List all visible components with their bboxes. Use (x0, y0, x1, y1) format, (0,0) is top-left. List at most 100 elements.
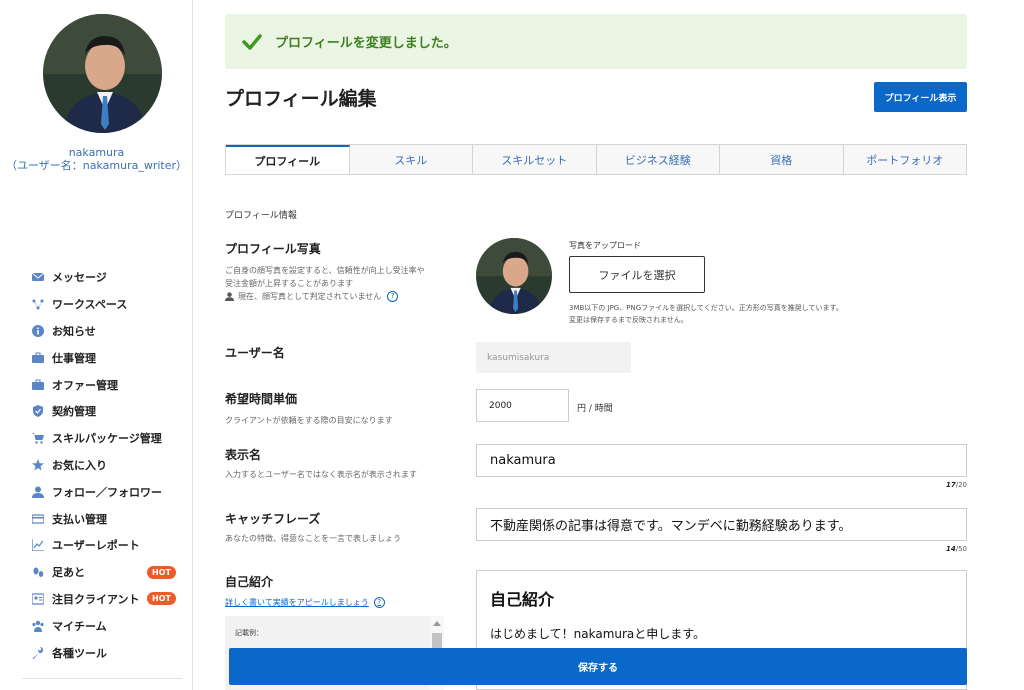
intro-body: はじめまして！nakamuraと申します。 (490, 627, 706, 641)
shield-icon (32, 405, 44, 418)
tab-portfolio[interactable]: ポートフォリオ (843, 145, 966, 174)
char-count: 17 (945, 481, 956, 489)
save-button[interactable]: 保存する (229, 648, 967, 685)
catchphrase-counter: 14/50 (946, 545, 967, 553)
upload-note-line: 変更は保存するまで反映されません。 (569, 316, 688, 324)
photo-desc-line: ご自身の顔写真を設定すると、信頼性が向上し受注率や (225, 266, 425, 275)
sidebar-item-label: 契約管理 (52, 405, 96, 419)
user-username: （ユーザー名：nakamura_writer） (5, 159, 188, 172)
sidebar-item-featured-clients[interactable]: 注目クライアント HOT (32, 586, 182, 613)
photo-label: プロフィール写真 (225, 242, 321, 256)
user-display-name[interactable]: nakamura (0, 146, 193, 159)
sidebar-item-label: お気に入り (52, 458, 107, 472)
username-label: ユーザー名 (225, 346, 285, 360)
photo-description: ご自身の顔写真を設定すると、信頼性が向上し受注率や 受注金額が上昇することがあり… (225, 264, 455, 303)
flash-message: プロフィールを変更しました。 (275, 36, 457, 51)
choose-file-button[interactable]: ファイルを選択 (569, 256, 705, 293)
sidebar-item-tools[interactable]: 各種ツール (32, 639, 182, 666)
sidebar-item-label: お知らせ (52, 324, 96, 338)
sidebar-item-label: 足あと (52, 566, 85, 580)
sidebar-item-user-report[interactable]: ユーザーレポート (32, 532, 182, 559)
envelope-icon (32, 271, 44, 283)
sidebar-item-favorites[interactable]: お気に入り (32, 452, 182, 479)
footprint-icon (32, 566, 44, 578)
sidebar-item-label: スキルパッケージ管理 (52, 432, 162, 446)
display-name-counter: 17/20 (946, 481, 967, 489)
help-icon[interactable]: ? (387, 291, 399, 302)
catchphrase-label: キャッチフレーズ (225, 512, 321, 526)
user-icon (32, 486, 44, 498)
hourly-rate-input[interactable]: 2000 (476, 389, 569, 422)
intro-guide-text[interactable]: 詳しく書いて実績をアピールしましょう (225, 597, 369, 608)
sidebar-item-label: マイチーム (52, 619, 107, 633)
catchphrase-description: あなたの特徴、得意なことを一言で表しましょう (225, 534, 401, 543)
scroll-up-arrow-icon[interactable] (433, 621, 441, 626)
intro-guide-link[interactable]: 詳しく書いて実績をアピールしましょう ? (225, 597, 385, 608)
view-profile-button[interactable]: プロフィール表示 (874, 82, 967, 112)
page-title: プロフィール編集 (225, 88, 377, 110)
tab-profile[interactable]: プロフィール (226, 145, 350, 174)
sidebar-item-my-team[interactable]: マイチーム (32, 612, 182, 639)
tab-skills[interactable]: スキル (349, 145, 473, 174)
profile-avatar-large[interactable] (43, 14, 162, 133)
sidebar-nav: メッセージ ワークスペース お知らせ 仕事管理 オファー管理 契約管理 スキルパ… (32, 264, 182, 666)
wrench-icon (32, 646, 44, 659)
catchphrase-input[interactable]: 不動産関係の記事は得意です。マンデベに勤務経験あります。 (476, 508, 967, 541)
network-icon (32, 298, 44, 310)
sidebar-item-skill-packages[interactable]: スキルパッケージ管理 (32, 425, 182, 452)
briefcase-icon (32, 379, 44, 391)
team-icon (32, 620, 44, 632)
display-name-description: 入力するとユーザー名ではなく表示名が表示されます (225, 470, 417, 479)
cart-icon (32, 432, 44, 444)
sidebar-item-follow[interactable]: フォロー／フォロワー (32, 478, 182, 505)
divider (22, 678, 182, 679)
sidebar-item-messages[interactable]: メッセージ (32, 264, 182, 291)
sidebar-item-label: ワークスペース (52, 298, 128, 312)
char-count: 14 (945, 545, 956, 553)
intro-label: 自己紹介 (225, 575, 274, 589)
sidebar-item-offers[interactable]: オファー管理 (32, 371, 182, 398)
sidebar-item-label: フォロー／フォロワー (52, 485, 162, 499)
rate-label: 希望時間単価 (225, 392, 298, 406)
hot-badge: HOT (147, 592, 176, 606)
sidebar-item-jobs[interactable]: 仕事管理 (32, 344, 182, 371)
upload-note-line: 3MB以下の JPG、PNGファイルを選択してください。正方形の写真を推奨してい… (569, 304, 843, 312)
upload-label: 写真をアップロード (569, 241, 641, 250)
client-icon (32, 593, 44, 605)
help-icon[interactable]: ? (373, 597, 385, 608)
intro-heading: 自己紹介 (490, 590, 555, 609)
sidebar-item-label: 支払い管理 (52, 512, 107, 526)
section-title: プロフィール情報 (225, 211, 297, 221)
display-name-input[interactable]: nakamura (476, 444, 967, 477)
tab-business-experience[interactable]: ビジネス経験 (596, 145, 720, 174)
tab-qualifications[interactable]: 資格 (720, 145, 844, 174)
sidebar-item-label: 仕事管理 (52, 351, 96, 365)
sidebar-item-label: ユーザーレポート (52, 539, 140, 553)
rate-unit: 円 / 時間 (577, 404, 613, 414)
profile-photo-preview (476, 238, 552, 314)
sidebar-item-label: オファー管理 (52, 378, 118, 392)
username-field: kasumisakura (476, 342, 631, 373)
sidebar: nakamura （ユーザー名：nakamura_writer） メッセージ ワ… (0, 0, 193, 690)
sidebar-item-payments[interactable]: 支払い管理 (32, 505, 182, 532)
checkmark-icon (242, 33, 262, 50)
char-max: /20 (955, 481, 967, 489)
upload-note: 3MB以下の JPG、PNGファイルを選択してください。正方形の写真を推奨してい… (569, 302, 899, 326)
chart-icon (32, 539, 44, 552)
sidebar-item-workspace[interactable]: ワークスペース (32, 291, 182, 318)
briefcase-icon (32, 352, 44, 364)
hot-badge: HOT (147, 565, 176, 579)
example-label: 記載例： (235, 629, 263, 637)
sidebar-item-footprints[interactable]: 足あと HOT (32, 559, 182, 586)
sidebar-item-label: メッセージ (52, 271, 107, 285)
card-icon (32, 513, 44, 525)
char-max: /50 (955, 545, 967, 553)
photo-status: 現在、顔写真として判定されていません ? (225, 290, 455, 303)
tab-skillset[interactable]: スキルセット (473, 145, 597, 174)
sidebar-item-contracts[interactable]: 契約管理 (32, 398, 182, 425)
display-name-label: 表示名 (225, 448, 262, 462)
sidebar-item-notices[interactable]: お知らせ (32, 318, 182, 345)
success-flash: プロフィールを変更しました。 (225, 14, 967, 69)
user-icon (225, 292, 234, 301)
info-icon (32, 324, 44, 337)
